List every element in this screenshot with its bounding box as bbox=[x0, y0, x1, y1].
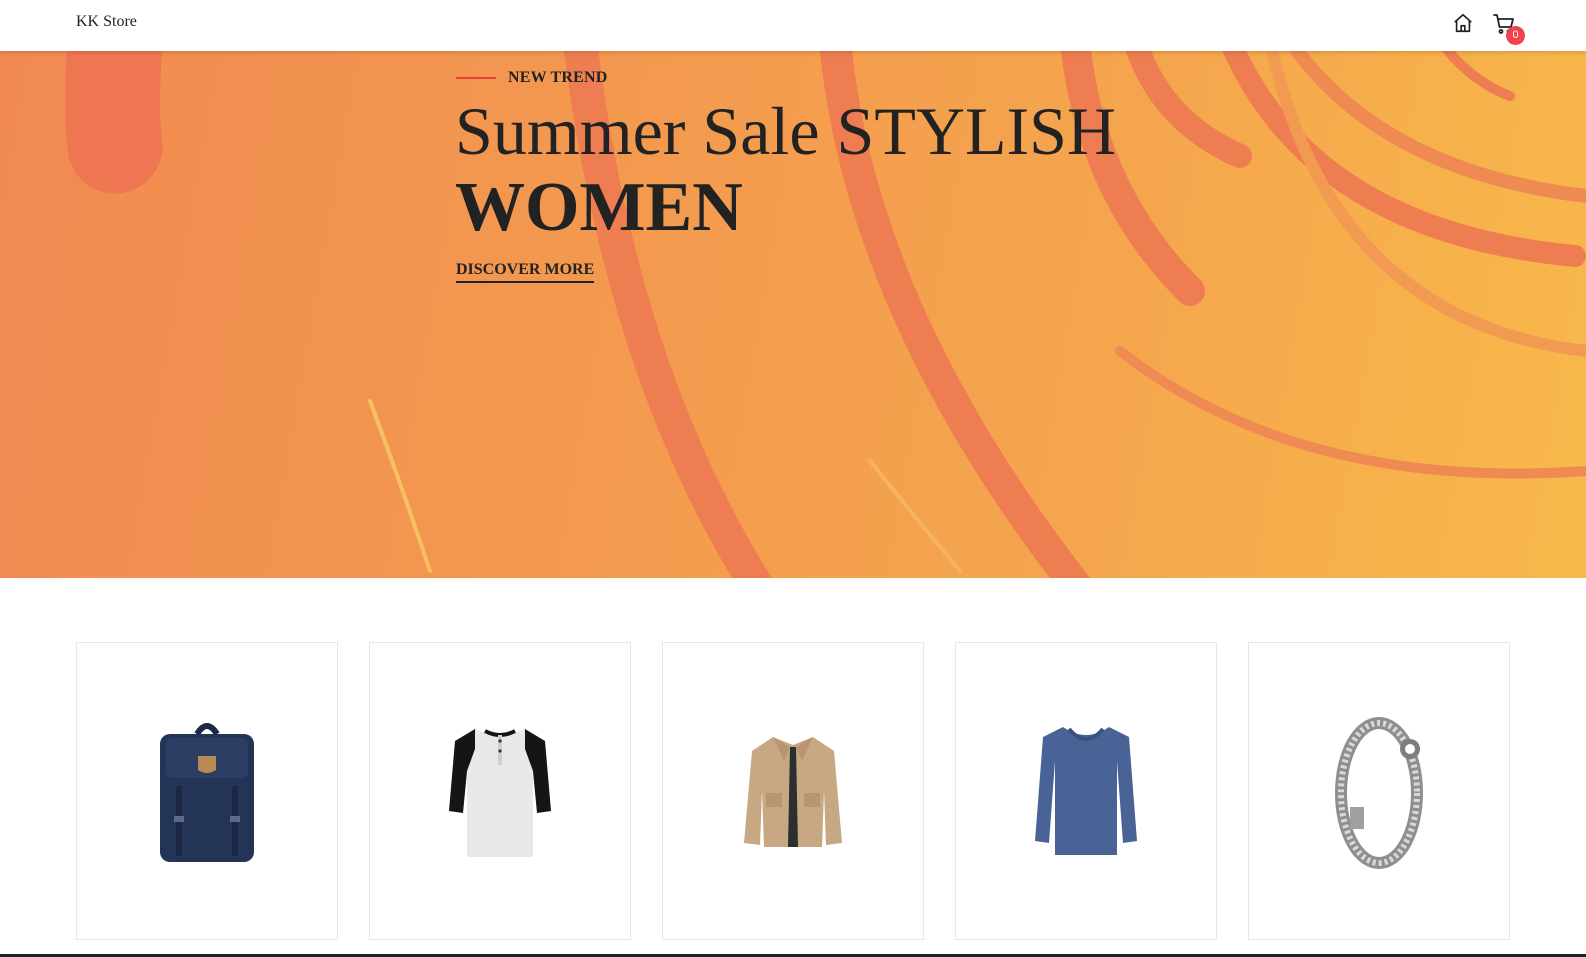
hero-title-line2: WOMEN bbox=[455, 169, 743, 246]
product-grid bbox=[76, 642, 1510, 940]
hero-banner: NEW TREND Summer Sale STYLISH WOMEN DISC… bbox=[0, 51, 1586, 578]
discover-more-link[interactable]: DISCOVER MORE bbox=[456, 261, 595, 283]
product-card-backpack[interactable] bbox=[76, 642, 338, 940]
hero-title-line1: Summer Sale STYLISH bbox=[455, 93, 1117, 169]
product-card-bracelet[interactable] bbox=[1248, 642, 1510, 940]
jacket-image bbox=[744, 737, 842, 847]
tshirt-image bbox=[449, 729, 551, 857]
bracelet-image bbox=[1335, 717, 1423, 869]
top-navbar: KK Store 0 bbox=[0, 0, 1586, 51]
backpack-image bbox=[160, 723, 254, 862]
eyebrow-text: NEW TREND bbox=[508, 69, 608, 86]
longsleeve-image bbox=[1035, 727, 1137, 855]
hero-eyebrow: NEW TREND bbox=[456, 69, 607, 87]
product-card-longsleeve[interactable] bbox=[955, 642, 1217, 940]
product-card-jacket[interactable] bbox=[662, 642, 924, 940]
cart-count-badge: 0 bbox=[1506, 26, 1525, 45]
eyebrow-line bbox=[456, 77, 496, 79]
home-icon[interactable] bbox=[1452, 12, 1474, 39]
brand-logo[interactable]: KK Store bbox=[76, 13, 137, 31]
product-card-tshirt[interactable] bbox=[369, 642, 631, 940]
